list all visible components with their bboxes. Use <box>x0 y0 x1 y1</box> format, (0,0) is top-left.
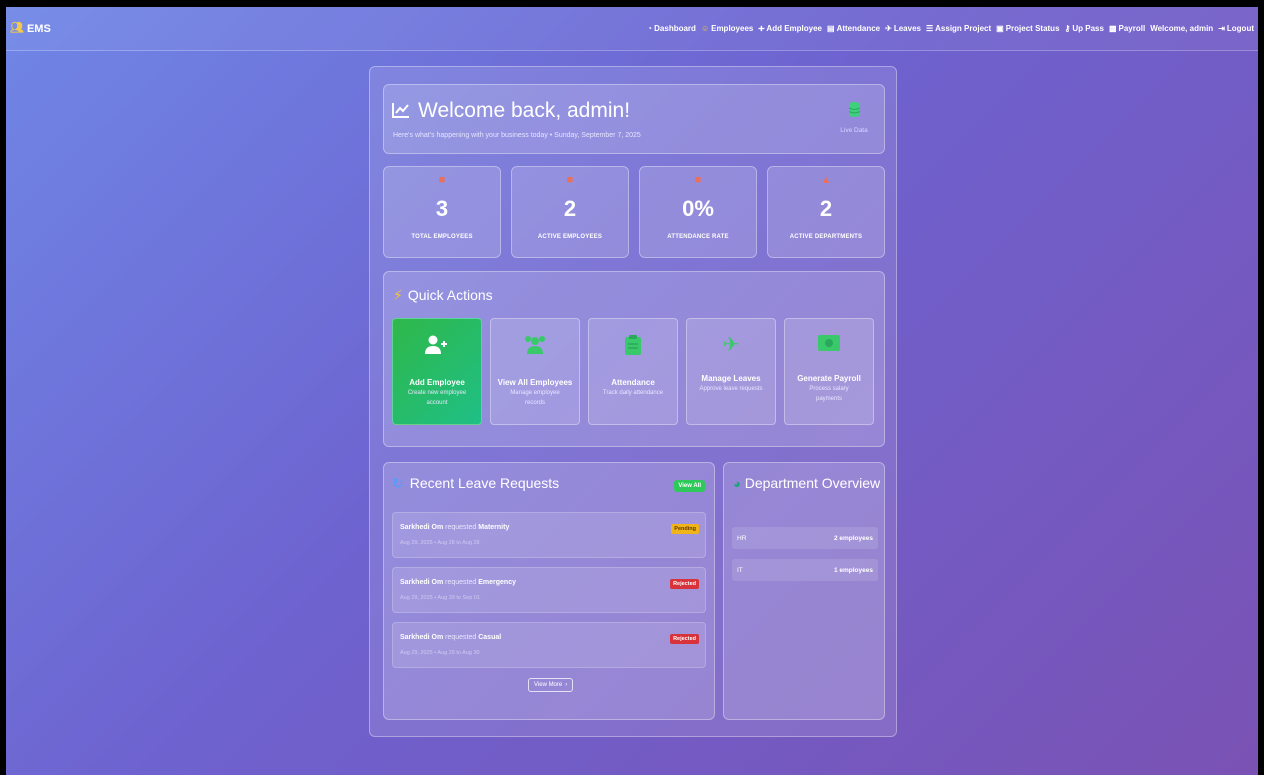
manage-leaves-action[interactable]: ✈︎ Manage Leaves Approve leave requests <box>686 318 776 425</box>
dashboard-container: Welcome back, admin! Here's what's happe… <box>369 66 897 737</box>
add-employee-action[interactable]: Add Employee Create new employee account <box>392 318 482 425</box>
gauge-icon: ◔ <box>647 23 653 33</box>
stat-active-employees: ■ 2 ACTIVE EMPLOYEES <box>511 166 629 258</box>
stat-value: 2 <box>819 196 833 221</box>
status-badge: Rejected <box>670 634 699 644</box>
top-navbar: 👥︎ EMS ◔ Dashboard ☺ Employees ➕︎ Add Emplo… <box>6 7 1258 51</box>
building-icon: ▲ <box>820 174 832 186</box>
logout-icon: ⇥ <box>1218 23 1225 33</box>
calendar-icon: ■ <box>694 174 702 186</box>
stat-active-departments: ▲ 2 ACTIVE DEPARTMENTS <box>767 166 885 258</box>
generate-payroll-action[interactable]: Generate Payroll Process salary payments <box>784 318 874 425</box>
user-plus-icon <box>425 335 449 359</box>
nav-payroll[interactable]: ▩ Payroll <box>1109 24 1145 33</box>
chart-line-icon <box>392 101 410 122</box>
brand-logo[interactable]: 👥︎ EMS <box>10 23 51 35</box>
stat-value: 0% <box>682 196 714 221</box>
department-overview-card: ◕ Department Overview HR 2 employees IT … <box>723 462 885 720</box>
nav-employees[interactable]: ☺ Employees <box>701 24 753 33</box>
quick-actions-heading: ⚡︎ Quick Actions <box>393 287 493 303</box>
live-data-indicator: Live Data <box>834 102 874 134</box>
plane-icon: ✈︎ <box>722 334 740 356</box>
history-icon: ↻ <box>392 475 404 491</box>
chevron-right-icon: › <box>565 682 568 688</box>
brand-text: EMS <box>26 22 51 35</box>
stat-value: 2 <box>563 196 577 221</box>
stat-value: 3 <box>435 196 449 221</box>
database-icon <box>848 102 860 121</box>
users-icon: ☺ <box>700 23 710 33</box>
nav-menu: ◔ Dashboard ☺ Employees ➕︎ Add Employee ▤ At… <box>647 24 1254 33</box>
welcome-heading: Welcome back, admin! <box>392 99 630 123</box>
key-icon: ⚷ <box>1064 23 1071 33</box>
plane-icon: ✈︎ <box>885 23 892 33</box>
users-icon: ■ <box>438 174 446 186</box>
list-icon: ☰ <box>925 23 934 33</box>
users-icon <box>524 335 546 359</box>
stat-label: ACTIVE DEPARTMENTS <box>789 234 863 240</box>
welcome-user: Welcome, admin <box>1150 24 1214 33</box>
stat-label: TOTAL EMPLOYEES <box>411 234 473 240</box>
leave-requests-heading: ↻ Recent Leave Requests <box>392 475 560 491</box>
clipboard-check-icon: ▣ <box>996 23 1004 33</box>
clipboard-icon <box>625 335 641 359</box>
department-row: IT 1 employees <box>732 559 878 581</box>
status-badge: Rejected <box>670 579 699 589</box>
nav-attendance[interactable]: ▤ Attendance <box>827 24 880 33</box>
recent-leave-requests-card: ↻ Recent Leave Requests View All Sarkhed… <box>383 462 715 720</box>
money-icon: ▩ <box>1108 23 1117 33</box>
welcome-subtitle: Here's what's happening with your busine… <box>393 132 641 139</box>
quick-actions-card: ⚡︎ Quick Actions Add Employee Create new… <box>383 271 885 447</box>
nav-leaves[interactable]: ✈︎ Leaves <box>885 24 921 33</box>
nav-dashboard[interactable]: ◔ Dashboard <box>647 24 696 33</box>
leave-request-item[interactable]: Sarkhedi Om requested Casual Aug 29, 202… <box>392 622 706 668</box>
money-icon <box>818 335 840 355</box>
welcome-title: Welcome back, admin! <box>418 99 631 122</box>
stat-attendance-rate: ■ 0% ATTENDANCE RATE <box>639 166 757 258</box>
clipboard-icon: ▤ <box>827 23 835 33</box>
welcome-card: Welcome back, admin! Here's what's happe… <box>383 84 885 154</box>
nav-up-pass[interactable]: ⚷ Up Pass <box>1065 24 1104 33</box>
view-more-button[interactable]: View More › <box>528 678 574 692</box>
view-all-button[interactable]: View All <box>674 480 705 492</box>
nav-add-employee[interactable]: ➕︎ Add Employee <box>758 24 822 33</box>
lightning-icon: ⚡︎ <box>393 287 403 303</box>
status-badge: Pending <box>671 524 699 534</box>
stat-label: ACTIVE EMPLOYEES <box>537 234 603 240</box>
department-overview-heading: ◕ Department Overview <box>733 475 881 491</box>
users-icon: 👥︎ <box>10 22 24 34</box>
department-row: HR 2 employees <box>732 527 878 549</box>
stat-total-employees: ■ 3 TOTAL EMPLOYEES <box>383 166 501 258</box>
user-check-icon: ■ <box>566 174 574 186</box>
nav-logout[interactable]: ⇥ Logout <box>1218 24 1254 33</box>
view-all-employees-action[interactable]: View All Employees Manage employee recor… <box>490 318 580 425</box>
pie-chart-icon: ◕ <box>733 476 741 491</box>
attendance-action[interactable]: Attendance Track daily attendance <box>588 318 678 425</box>
leave-request-item[interactable]: Sarkhedi Om requested Emergency Aug 29, … <box>392 567 706 613</box>
app-window: 👥︎ EMS ◔ Dashboard ☺ Employees ➕︎ Add Emplo… <box>6 7 1258 775</box>
nav-project-status[interactable]: ▣ Project Status <box>996 24 1059 33</box>
user-plus-icon: ➕︎ <box>758 23 765 33</box>
stat-label: ATTENDANCE RATE <box>667 234 729 240</box>
leave-request-item[interactable]: Sarkhedi Om requested Maternity Aug 29, … <box>392 512 706 558</box>
nav-assign-project[interactable]: ☰ Assign Project <box>926 24 991 33</box>
live-data-label: Live Data <box>840 127 868 134</box>
